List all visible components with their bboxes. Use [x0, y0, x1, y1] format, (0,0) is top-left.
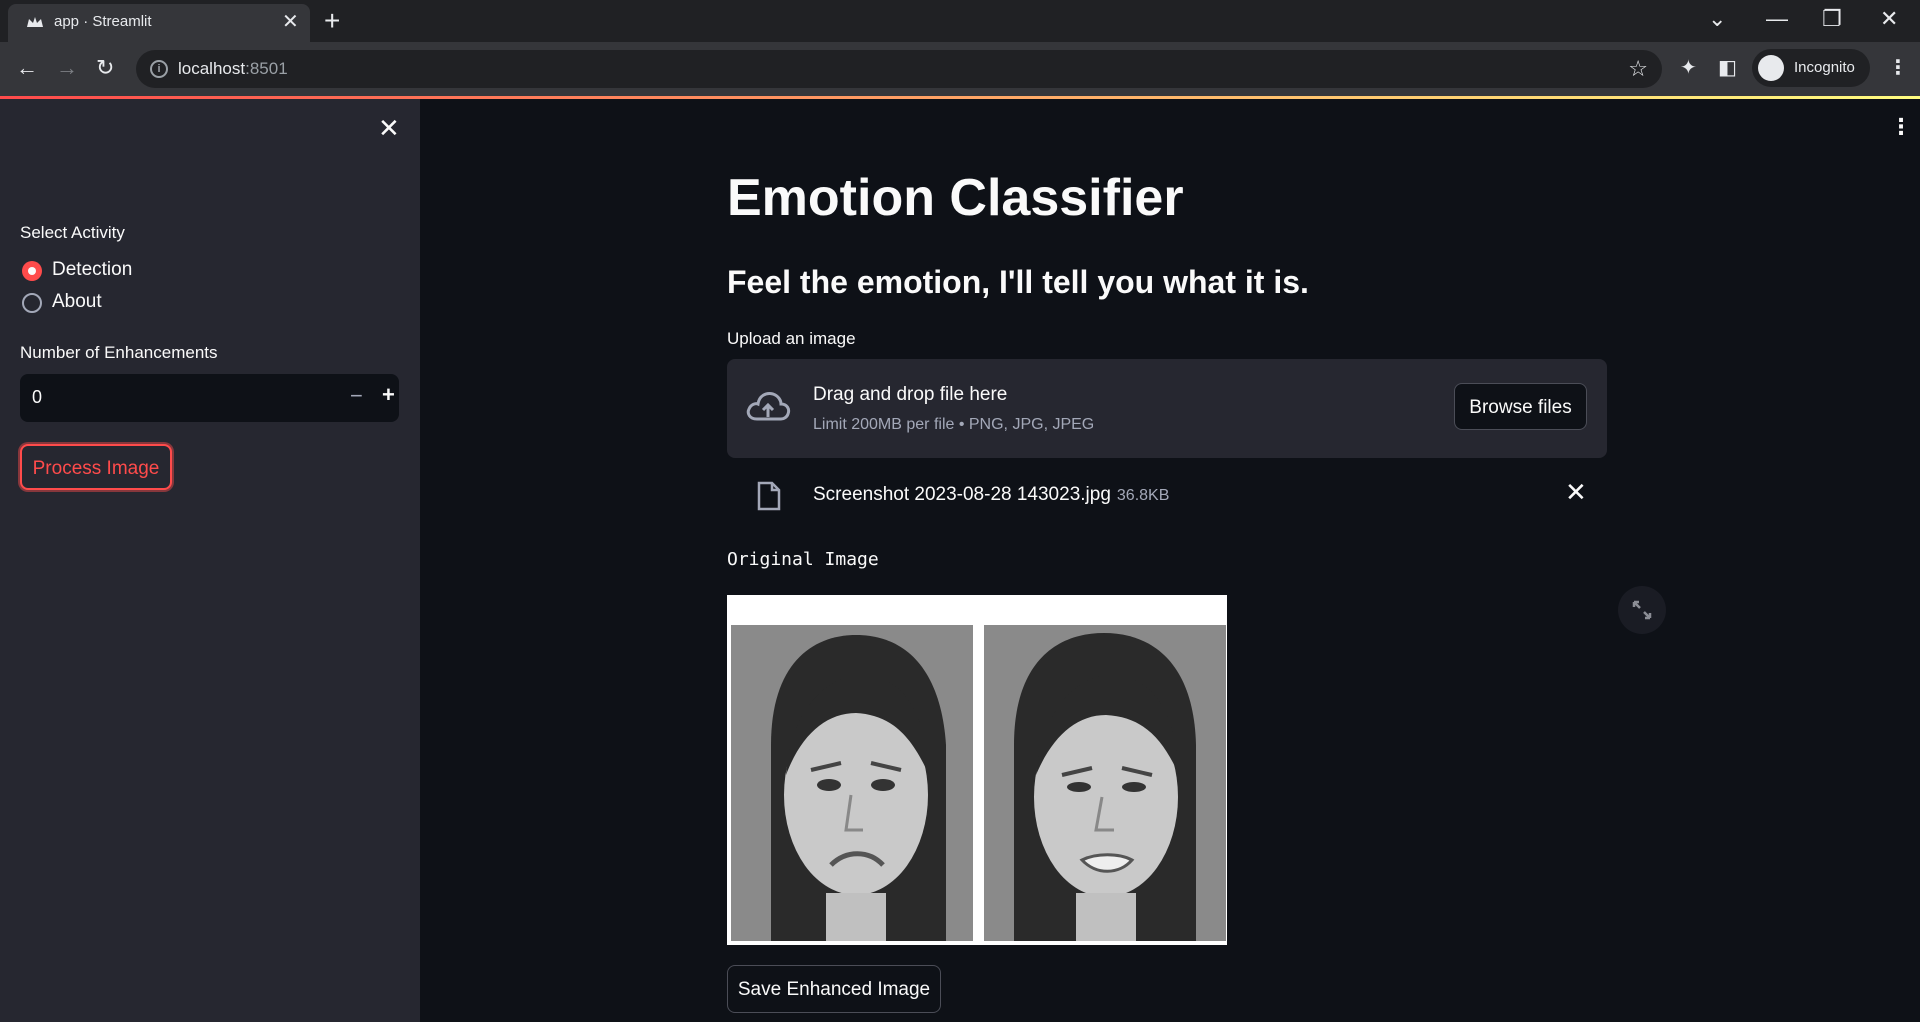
process-image-button[interactable]: Process Image: [20, 444, 172, 490]
enhancements-label: Number of Enhancements: [20, 343, 218, 362]
reload-icon[interactable]: ↻: [96, 55, 114, 81]
page-title: Emotion Classifier: [727, 169, 1184, 227]
new-tab-button[interactable]: +: [324, 6, 340, 36]
browser-tab[interactable]: app · Streamlit ✕: [8, 4, 310, 42]
save-enhanced-image-label: Save Enhanced Image: [737, 979, 931, 1000]
expand-icon: [1632, 600, 1652, 620]
upload-label: Upload an image: [727, 329, 856, 348]
tab-close-icon[interactable]: ✕: [282, 12, 299, 32]
streamlit-crown-icon: [27, 17, 43, 27]
close-window-button[interactable]: ✕: [1880, 4, 1898, 34]
uploaded-file-name: Screenshot 2023-08-28 143023.jpg 36.8KB: [813, 484, 1170, 505]
dropzone-title: Drag and drop file here: [813, 384, 1008, 405]
app-menu-icon[interactable]: ⋮: [1890, 116, 1912, 138]
cloud-upload-icon: [746, 392, 791, 421]
save-enhanced-image-button[interactable]: Save Enhanced Image: [727, 965, 941, 1013]
forward-arrow-icon[interactable]: →: [56, 55, 78, 81]
tab-search-icon[interactable]: ⌄: [1708, 4, 1726, 34]
browse-files-label: Browse files: [1469, 397, 1572, 418]
decrement-button[interactable]: −: [350, 383, 363, 409]
address-bar[interactable]: i localhost:8501 ☆: [136, 50, 1662, 88]
file-icon: [757, 481, 781, 511]
radio-button[interactable]: [22, 293, 42, 313]
browser-toolbar: ← → ↻ i localhost:8501 ☆ ✦ ◧ Incognito ⋮: [0, 42, 1920, 96]
file-dropzone[interactable]: Drag and drop file here Limit 200MB per …: [727, 359, 1607, 458]
select-activity-label: Select Activity: [20, 223, 125, 242]
remove-file-icon[interactable]: ✕: [1565, 479, 1587, 505]
browse-files-button[interactable]: Browse files: [1454, 383, 1587, 430]
site-info-icon[interactable]: i: [150, 60, 168, 78]
original-image-label: Original Image: [727, 549, 879, 570]
original-image: [727, 595, 1227, 945]
bookmark-star-icon[interactable]: ☆: [1628, 56, 1648, 82]
enhancements-number-input[interactable]: 0 − +: [20, 374, 399, 422]
incognito-label: Incognito: [1794, 59, 1855, 76]
radio-label: About: [52, 291, 102, 312]
browser-menu-icon[interactable]: ⋮: [1888, 56, 1908, 80]
browser-tab-bar: app · Streamlit ✕ + ⌄ — ❐ ✕: [0, 0, 1920, 42]
incognito-profile-button[interactable]: Incognito: [1752, 49, 1870, 87]
side-panel-icon[interactable]: ◧: [1718, 56, 1737, 80]
radio-button-selected[interactable]: [22, 261, 42, 281]
restore-button[interactable]: ❐: [1822, 4, 1842, 34]
face-photo-disgust: [984, 625, 1226, 941]
incognito-icon: [1758, 55, 1784, 81]
extensions-puzzle-icon[interactable]: ✦: [1680, 56, 1697, 80]
sidebar-close-icon[interactable]: ✕: [378, 115, 400, 141]
enhancements-value[interactable]: 0: [32, 387, 42, 408]
sidebar: ✕ Select Activity Detection About Number…: [0, 99, 420, 1022]
uploaded-file-row: Screenshot 2023-08-28 143023.jpg 36.8KB ✕: [727, 475, 1607, 519]
radio-label: Detection: [52, 259, 133, 280]
uploaded-file-size: 36.8KB: [1116, 487, 1170, 504]
back-arrow-icon[interactable]: ←: [16, 55, 38, 81]
page-subtitle: Feel the emotion, I'll tell you what it …: [727, 264, 1309, 300]
increment-button[interactable]: +: [382, 382, 395, 408]
tab-title: app · Streamlit: [54, 13, 152, 30]
process-image-label: Process Image: [32, 458, 160, 479]
face-photo-sad: [731, 625, 973, 941]
minimize-button[interactable]: —: [1766, 4, 1788, 34]
dropzone-limit-text: Limit 200MB per file • PNG, JPG, JPEG: [813, 416, 1095, 433]
address-text: localhost:8501: [178, 59, 288, 78]
fullscreen-expand-button[interactable]: [1618, 586, 1666, 634]
